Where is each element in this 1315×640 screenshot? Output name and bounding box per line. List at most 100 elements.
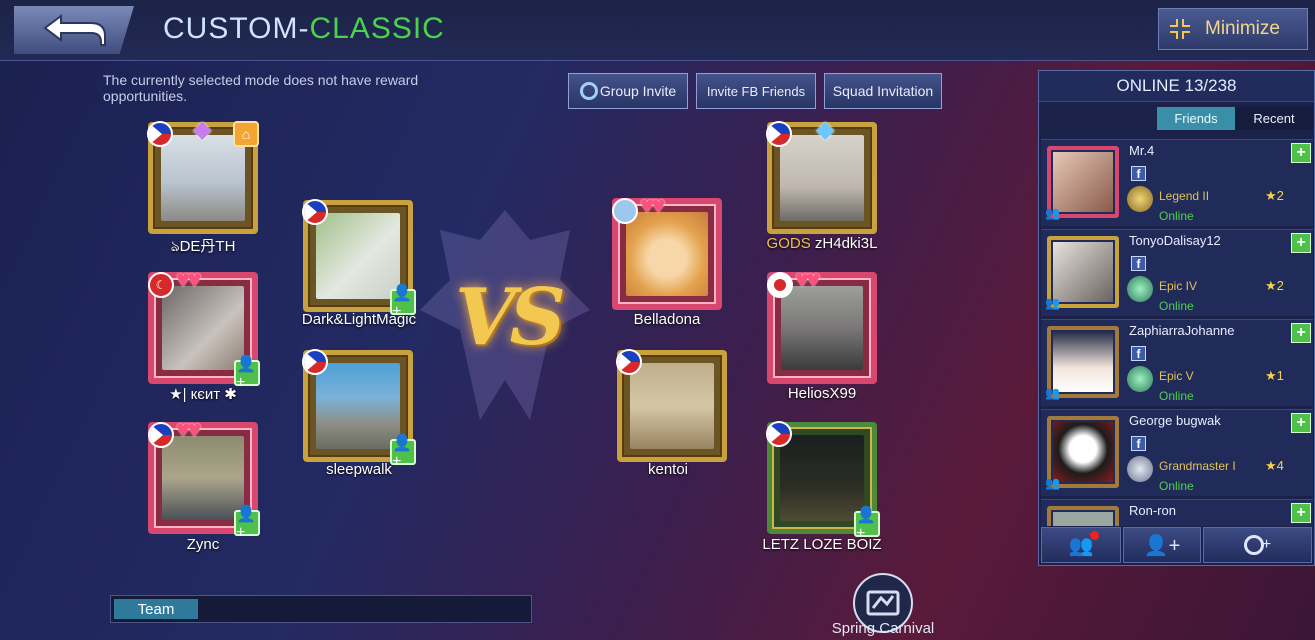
team-chat-bar[interactable]: Team [110,595,532,623]
plus-icon: + [1261,536,1272,553]
add-group-icon [1243,535,1264,555]
group-invite-button[interactable]: Group Invite [568,73,688,109]
invite-fb-label: Invite FB Friends [706,83,806,99]
add-friend-panel-button[interactable]: 👤+ [1123,527,1201,563]
add-friend-icon[interactable]: 👤+ [234,356,260,391]
player-slot-right-2[interactable]: ♥♥ [612,192,722,310]
turkey-flag-icon: ☾ [148,272,174,298]
player-avatar [780,435,864,521]
friend-rank: Epic IV [1159,279,1198,293]
add-friend-icon: 👤+ [1143,534,1181,557]
philippines-flag-icon [616,349,642,375]
collapse-arrows-icon [1168,17,1192,41]
minimize-label: Minimize [1205,18,1280,39]
back-button[interactable] [14,6,134,54]
friend-status: Online [1159,299,1194,313]
friend-avatar [1047,506,1119,526]
player-slot-left-2[interactable]: 👤+ [302,199,416,320]
player-avatar [630,363,714,449]
player-slot-left-1[interactable]: ◆ ⌂ [147,116,259,234]
hearts-decoration-icon: ♥♥ [176,266,201,293]
player-name-left-3: ★| кєит ✱ [169,386,237,403]
tab-friends[interactable]: Friends [1157,107,1235,130]
player-slot-right-1[interactable]: ◆ [766,116,877,234]
friend-row[interactable]: 👥 TonyoDalisay12 f Epic IV Online ★2 + [1041,229,1313,316]
player-name-left-1: ঌDE丹TH [170,238,236,255]
vs-label: VS [455,272,566,363]
add-friend-button[interactable]: + [1291,323,1311,343]
add-group-button[interactable]: + [1203,527,1312,563]
gem-crest-icon: ◆ [816,116,835,143]
minimize-button[interactable]: Minimize [1158,8,1308,50]
friend-rank: Grandmaster I [1159,459,1236,473]
page-title: CUSTOM-CLASSIC [163,12,445,46]
player-slot-right-3[interactable]: ♥♥ [767,266,877,384]
friend-row[interactable]: 👥 ZaphiarraJohanne f Epic V Online ★1 + [1041,319,1313,406]
player-avatar [162,286,244,370]
back-arrow-icon [43,14,106,46]
reward-notice: The currently selected mode does not hav… [103,72,419,104]
player-slot-right-5[interactable]: 👤+ [766,421,880,542]
friends-panel-footer: 👥 👤+ + [1041,527,1312,563]
rank-stars: ★1 [1265,368,1284,383]
friend-status: Online [1159,209,1194,223]
friend-rank: Epic V [1159,369,1194,383]
friend-requests-button[interactable]: 👥 [1041,527,1121,563]
player-name-right-3: HeliosX99 [787,385,857,402]
spring-carnival-label: Spring Carnival [831,620,935,637]
title-submode: CLASSIC [309,12,445,45]
player-avatar [781,286,863,370]
hearts-decoration-icon: ♥♥ [640,192,665,219]
profile-icon: 👥 [1045,296,1060,310]
unknown-flag-icon [612,198,638,224]
friend-status: Online [1159,479,1194,493]
player-name-left-4: sleepwalk [326,461,392,478]
invite-fb-friends-button[interactable]: Invite FB Friends [696,73,816,109]
friend-row[interactable]: 👥 Mr.4 f Legend II Online ★2 + [1041,139,1313,226]
philippines-flag-icon [147,121,173,147]
add-friend-button[interactable]: + [1291,413,1311,433]
friend-name: Ron-ron [1129,503,1176,518]
player-slot-right-4[interactable] [616,349,727,462]
title-mode: CUSTOM- [163,12,310,45]
player-avatar [316,363,400,449]
online-count: ONLINE 13/238 [1039,71,1314,102]
squad-invitation-label: Squad Invitation [832,83,934,99]
facebook-icon: f [1131,436,1146,451]
profile-icon: 👥 [1045,476,1060,490]
player-avatar [162,436,244,520]
grandmaster-rank-icon [1127,456,1153,482]
gem-crest-icon: ◆ [193,116,212,143]
philippines-flag-icon [148,422,174,448]
add-friend-button[interactable]: + [1291,233,1311,253]
add-friend-button[interactable]: + [1291,143,1311,163]
player-slot-left-5[interactable]: ♥♥ 👤+ [148,416,260,541]
friend-row[interactable]: 👥 George bugwak f Grandmaster I Online ★… [1041,409,1313,496]
friends-panel: ONLINE 13/238 Friends Recent 👥 Mr.4 f Le… [1038,70,1315,566]
rank-stars: ★4 [1265,458,1284,473]
player-avatar [161,135,245,221]
friend-requests-icon: 👥 [1069,530,1100,558]
player-slot-left-4[interactable]: 👤+ [302,349,416,470]
player-name-left-5: Zync [186,536,220,553]
tab-recent[interactable]: Recent [1235,107,1313,130]
player-slot-left-3[interactable]: ☾ ♥♥ 👤+ [148,266,260,391]
team-tab[interactable]: Team [114,599,198,619]
friend-status: Online [1159,389,1194,403]
squad-invitation-button[interactable]: Squad Invitation [824,73,942,109]
add-friend-button[interactable]: + [1291,503,1311,523]
room-host-icon: ⌂ [233,121,259,147]
player-name-right-2: Belladona [633,311,701,328]
player-name-right-1: GODS zH4dki3L [722,235,922,252]
friend-row[interactable]: Ron-ron + [1041,499,1313,526]
friend-name: TonyoDalisay12 [1129,233,1221,248]
player-avatar [780,135,864,221]
star-count: 2 [1276,188,1284,203]
add-friend-icon[interactable]: 👤+ [854,507,880,542]
friend-name: Mr.4 [1129,143,1155,158]
legend-rank-icon [1127,186,1153,212]
philippines-flag-icon [766,121,792,147]
add-friend-icon[interactable]: 👤+ [234,506,260,541]
facebook-icon: f [1131,166,1146,181]
friend-rank: Legend II [1159,189,1210,203]
